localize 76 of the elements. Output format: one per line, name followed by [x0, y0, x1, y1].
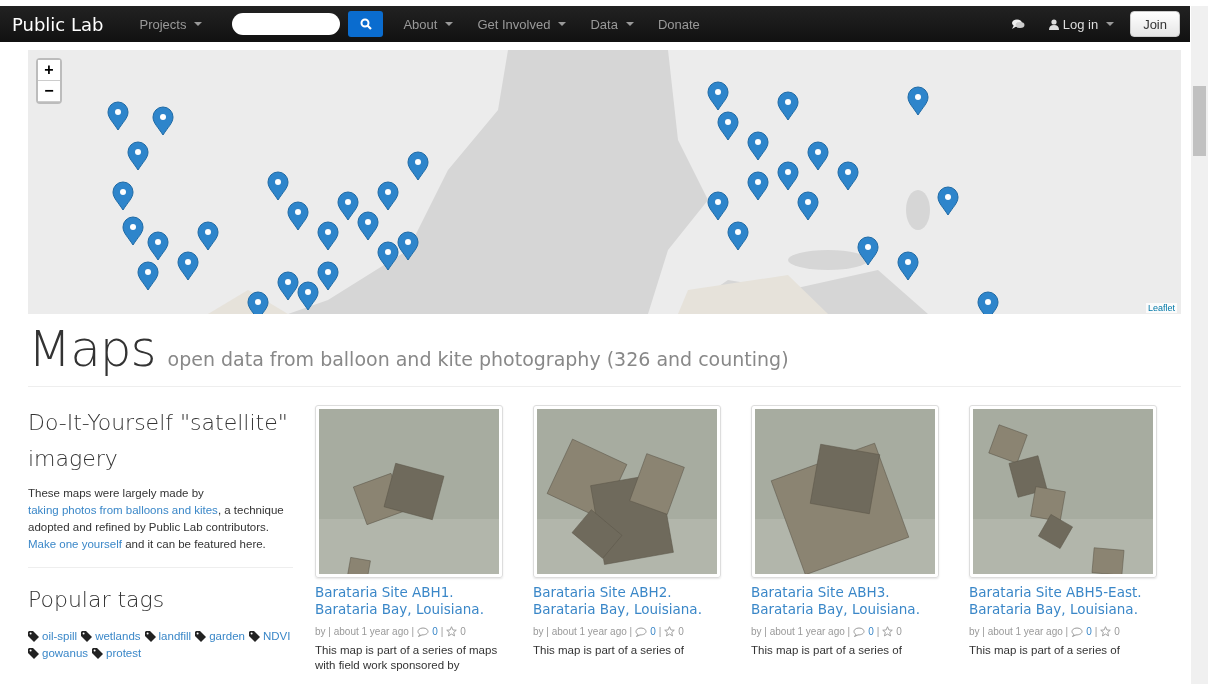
join-button[interactable]: Join [1130, 11, 1180, 37]
search-icon [359, 18, 372, 30]
section-heading: Do-It-Yourself "satellite" imagery [28, 409, 289, 473]
map-title-link[interactable]: Barataria Site ABH1. Barataria Bay, Louisiana. [315, 584, 511, 618]
map-description: This map is part of a series of [969, 643, 1121, 658]
user-icon [1048, 18, 1059, 30]
map-meta: by | about 1 year ago | [751, 626, 851, 637]
chat-icon[interactable] [1010, 18, 1025, 30]
meta-divider: | [658, 626, 662, 637]
star-icon [664, 626, 676, 637]
caret-icon [445, 22, 454, 26]
meta-divider: | [440, 626, 444, 637]
like-count: 0 [460, 626, 466, 637]
zoom-in-button[interactable]: + [38, 60, 60, 81]
tag-link[interactable]: landfill [158, 628, 192, 645]
map-title-link[interactable]: Barataria Site ABH3. Barataria Bay, Louisiana. [751, 584, 947, 618]
map-meta: by | about 1 year ago | [533, 626, 633, 637]
star-icon [446, 626, 458, 637]
comment-count-link[interactable]: 0 [1086, 626, 1092, 637]
attribution-link[interactable]: Leaflet [1145, 303, 1177, 313]
tag-link[interactable]: gowanus [42, 645, 89, 662]
map-meta: by | about 1 year ago | [969, 626, 1069, 637]
meta-divider: | [876, 626, 880, 637]
tag-icon [92, 648, 104, 659]
caret-icon [1106, 22, 1115, 26]
page-subtitle: open data from balloon and kite photography (326 and counting) [167, 348, 789, 370]
tag-icon [195, 631, 207, 642]
nav-menu-item[interactable]: Donate [657, 16, 700, 32]
meta-divider: | [1094, 626, 1098, 637]
nav-menu-item[interactable]: About [403, 16, 454, 32]
comment-count-link[interactable]: 0 [432, 626, 438, 637]
tag-icon [28, 648, 39, 659]
tag-icon [81, 631, 93, 642]
map-meta: by | about 1 year ago | [315, 626, 415, 637]
tag-link[interactable]: protest [106, 645, 142, 662]
tag-icon [28, 631, 39, 642]
nav-menu-item[interactable]: Projects [139, 16, 203, 32]
tag-link[interactable]: garden [209, 628, 245, 645]
scrollbar-thumb[interactable] [1193, 86, 1206, 156]
map-description: This map is part of a series of [751, 643, 903, 658]
like-count: 0 [1114, 626, 1120, 637]
map-description: This map is part of a series of maps with field work sponsored by [315, 643, 499, 673]
map-title-link[interactable]: Barataria Site ABH2. Barataria Bay, Louisiana. [533, 584, 729, 618]
search-field[interactable] [232, 13, 341, 35]
map-title-link[interactable]: Barataria Site ABH5-East. Barataria Bay, Louisiana. [969, 584, 1165, 618]
caret-icon [194, 22, 203, 26]
login-menu[interactable]: Log in [1048, 16, 1115, 32]
intro-paragraph: These maps were largely made by taking photos from balloons and kites, a technique adopted and refined by Public Lab contributors. Make one yourself and it can be featured here. [28, 486, 285, 552]
section-heading: Popular tags [28, 586, 166, 614]
scrollbar[interactable] [1191, 6, 1208, 684]
comment-count-link[interactable]: 0 [868, 626, 874, 637]
caret-icon [625, 22, 634, 26]
intro-link[interactable]: taking photos from balloons and kites [28, 504, 218, 516]
comment-icon [417, 626, 430, 637]
tag-link[interactable]: wetlands [95, 628, 141, 645]
tag-link[interactable]: oil-spill [42, 628, 78, 645]
nav-menu-item[interactable]: Data [590, 16, 634, 32]
like-count: 0 [896, 626, 902, 637]
comment-icon [853, 626, 866, 637]
search-button[interactable] [348, 11, 384, 37]
star-icon [882, 626, 894, 637]
nav-menu-item[interactable]: Get Involved [477, 16, 567, 32]
comment-icon [635, 626, 648, 637]
star-icon [1100, 626, 1112, 637]
tag-icon [248, 631, 260, 642]
map-description: This map is part of a series of [533, 643, 685, 658]
comment-count-link[interactable]: 0 [650, 626, 656, 637]
intro-link[interactable]: Make one yourself [28, 538, 122, 550]
caret-icon [558, 22, 567, 26]
tag-link[interactable]: NDVI [262, 628, 291, 645]
tag-icon [144, 631, 156, 642]
brand-logo[interactable]: Public Lab [12, 13, 104, 35]
zoom-out-button[interactable]: − [38, 81, 60, 102]
comment-icon [1071, 626, 1084, 637]
page-title: Maps [28, 320, 156, 378]
like-count: 0 [678, 626, 684, 637]
